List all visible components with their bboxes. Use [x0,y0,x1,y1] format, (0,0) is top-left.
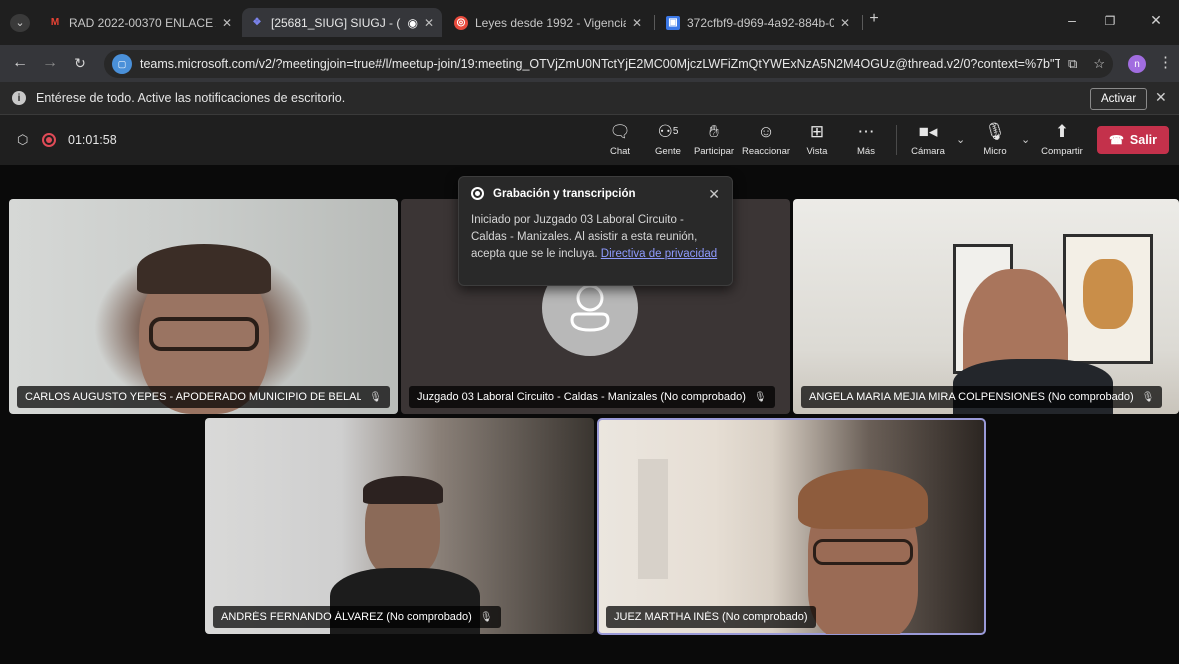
mic-muted-icon: 🎙︎ [984,122,1006,141]
camera-icon: ■◂ [918,122,938,141]
raise-hand-button[interactable]: ✋︎ Participar [686,121,742,157]
popup-title: Grabación y transcripción [493,187,636,200]
tab-separator [654,15,655,30]
participant-video [1083,259,1133,329]
participant-video [149,317,259,351]
minimize-icon[interactable]: – [1062,12,1082,28]
url-bar[interactable]: ▢ teams.microsoft.com/v2/?meetingjoin=tr… [104,50,1113,78]
restore-icon[interactable]: ❐ [1100,14,1120,28]
smiley-icon: ☺ [757,122,775,141]
recording-indicator-icon: ◉ [407,15,418,30]
video-tile-martha[interactable]: JUEZ MARTHA INÉS (No comprobado) [597,418,986,635]
site-info-icon[interactable]: ▢ [112,54,132,74]
share-button[interactable]: ⬆ Compartir [1034,121,1090,157]
share-icon: ⬆ [1054,122,1070,141]
close-tab-icon[interactable]: ✕ [632,16,642,30]
participant-video [363,476,443,504]
recording-icon [42,133,56,147]
meeting-toolbar: ⬡ 01:01:58 🗨︎ Chat ⚇5 Gente ✋︎ Participa… [0,115,1179,165]
phone-hangup-icon: ☎ [1108,133,1124,147]
more-button[interactable]: ⋯ Más [838,121,894,157]
popup-body: Iniciado por Juzgado 03 Laboral Circuito… [471,214,718,260]
video-tile-carlos[interactable]: CARLOS AUGUSTO YEPES - APODERADO MUNICIP… [9,199,398,414]
chevron-down-icon[interactable]: ⌄ [956,133,965,146]
people-count: 5 [672,126,679,137]
mic-muted-icon: 🎙︎ [753,391,767,403]
url-text[interactable]: teams.microsoft.com/v2/?meetingjoin=true… [140,57,1060,71]
install-app-icon[interactable]: ⧉ [1068,56,1077,72]
reload-icon[interactable]: ↻ [70,55,90,72]
participant-video [638,459,668,579]
recording-transcription-popup: Grabación y transcripción ✕ Iniciado por… [458,176,733,286]
forward-icon[interactable]: → [40,54,60,72]
participant-name-tag: Juzgado 03 Laboral Circuito - Caldas - M… [409,386,775,408]
browser-menu-icon[interactable]: ⋮ [1158,53,1173,71]
participant-name-tag: ANGELA MARIA MEJIA MIRA COLPENSIONES (No… [801,386,1163,408]
close-tab-icon[interactable]: ✕ [840,16,850,30]
react-button[interactable]: ☺ Reaccionar [738,121,794,157]
chevron-down-icon[interactable]: ⌄ [1021,133,1030,146]
window-close-icon[interactable]: ✕ [1146,12,1166,29]
tab-search-icon[interactable]: ⌄ [10,14,30,32]
grid-icon: ⊞ [809,122,825,141]
shield-icon: ⬡ [17,132,29,147]
participant-name-tag: CARLOS AUGUSTO YEPES - APODERADO MUNICIP… [17,386,390,408]
bookmark-star-icon[interactable]: ☆ [1093,56,1105,72]
address-bar-row: ← → ↻ ▢ teams.microsoft.com/v2/?meetingj… [0,45,1179,82]
tab-teams[interactable]: ❖ [25681_SIUG] SIUGJ - (1700 ◉ ✕ [242,8,442,37]
teams-icon: ❖ [252,17,262,28]
more-icon: ⋯ [857,122,875,141]
browser-tab-bar: ⌄ M RAD 2022-00370 ENLACE AUDI ✕ ❖ [2568… [0,0,1179,45]
view-button[interactable]: ⊞ Vista [789,121,845,157]
new-tab-button[interactable]: + [864,10,884,28]
participant-name-tag: JUEZ MARTHA INÉS (No comprobado) [606,606,816,628]
tab-file[interactable]: ▣ 372cfbf9-d969-4a92-884b-018 ✕ [658,8,858,37]
close-icon[interactable]: ✕ [708,186,720,203]
tab-gmail[interactable]: M RAD 2022-00370 ENLACE AUDI ✕ [40,8,240,37]
camera-button[interactable]: ■◂ Cámara [900,121,956,157]
privacy-policy-link[interactable]: Directiva de privacidad [601,248,717,260]
video-tile-andres[interactable]: ANDRÉS FERNANDO ÁLVAREZ (No comprobado) … [205,418,594,634]
close-tab-icon[interactable]: ✕ [424,16,434,30]
meeting-timer: 01:01:58 [68,133,117,147]
participant-name-tag: ANDRÉS FERNANDO ÁLVAREZ (No comprobado) … [213,606,501,628]
video-tile-angela[interactable]: ANGELA MARIA MEJIA MIRA COLPENSIONES (No… [793,199,1179,414]
participant-video [813,539,913,565]
gmail-icon: M [50,17,60,28]
tab-separator [862,15,863,30]
participant-video [798,469,928,529]
activate-notifications-button[interactable]: Activar [1090,88,1148,110]
chrome-site-icon: ◎ [454,15,468,30]
close-tab-icon[interactable]: ✕ [222,16,232,30]
info-icon: i [12,91,26,105]
mic-muted-icon: 🎙︎ [369,391,382,403]
toolbar-divider [896,125,897,155]
back-icon[interactable]: ← [10,54,30,72]
hand-icon: ✋︎ [709,122,719,141]
desktop-notification-banner: i Entérese de todo. Active las notificac… [0,82,1179,115]
mic-button[interactable]: 🎙︎ Micro [967,121,1023,157]
participant-video [137,244,271,294]
notification-message: Entérese de todo. Active las notificacio… [36,91,346,105]
mic-muted-icon: 🎙︎ [1141,391,1155,403]
profile-avatar[interactable]: n [1128,55,1146,73]
leave-button[interactable]: ☎ Salir [1097,126,1169,154]
close-icon[interactable]: ✕ [1155,89,1167,106]
recording-icon [471,187,484,200]
tab-leyes[interactable]: ◎ Leyes desde 1992 - Vigencia ex ✕ [446,8,650,37]
file-icon: ▣ [666,15,680,30]
mic-muted-icon: 🎙︎ [479,611,493,623]
